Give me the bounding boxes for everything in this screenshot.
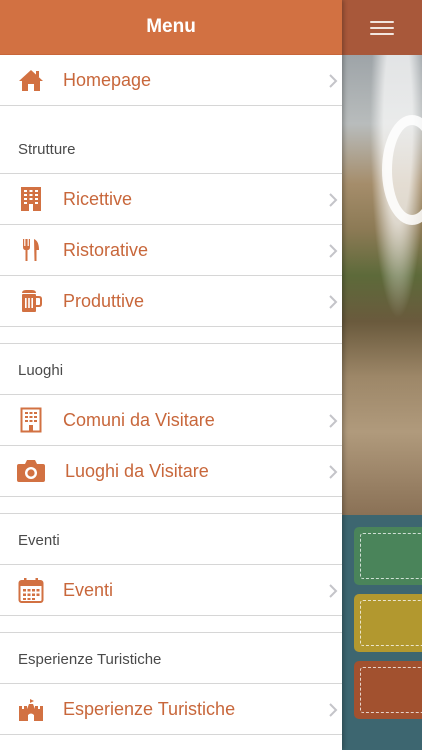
menu-item-label: Ristorative	[63, 239, 149, 260]
section-header-eventi: Eventi	[0, 514, 342, 565]
section-header-strutture: Strutture	[0, 106, 342, 174]
menu-header: Menu	[0, 0, 342, 55]
section-spacer	[0, 497, 342, 514]
cutlery-icon	[18, 237, 44, 263]
castle-icon	[18, 696, 44, 722]
chevron-right-icon	[324, 174, 342, 225]
menu-title: Menu	[146, 16, 196, 37]
category-tile-yellow[interactable]	[354, 594, 422, 652]
camera-icon	[16, 458, 46, 484]
main-navbar	[342, 0, 422, 55]
menu-item-esperienze-turistiche[interactable]: Esperienze Turistiche	[0, 684, 342, 735]
section-title: Luoghi	[18, 362, 64, 379]
chevron-right-icon	[324, 225, 342, 276]
logo-swirl-graphic	[382, 115, 422, 225]
section-header-luoghi: Luoghi	[0, 344, 342, 395]
section-spacer	[0, 327, 342, 344]
calendar-icon	[18, 577, 44, 603]
category-tile-rust[interactable]	[354, 661, 422, 719]
office-building-icon	[18, 407, 44, 433]
menu-item-homepage[interactable]: Homepage	[0, 55, 342, 106]
category-tiles	[342, 515, 422, 750]
menu-item-ricettive[interactable]: Ricettive	[0, 174, 342, 225]
section-title: Esperienze Turistiche	[18, 651, 162, 668]
section-header-esperienze: Esperienze Turistiche	[0, 633, 342, 684]
chevron-right-icon	[324, 446, 342, 497]
category-tile-green[interactable]	[354, 527, 422, 585]
building-icon	[18, 186, 44, 212]
chevron-right-icon	[324, 276, 342, 327]
menu-item-label: Produttive	[63, 290, 145, 311]
section-spacer	[0, 616, 342, 633]
menu-item-luoghi-da-visitare[interactable]: Luoghi da Visitare	[0, 446, 342, 497]
menu-item-label: Homepage	[63, 69, 152, 90]
menu-item-produttive[interactable]: Produttive	[0, 276, 342, 327]
hamburger-icon[interactable]	[370, 20, 394, 35]
chevron-right-icon	[324, 565, 342, 616]
chevron-right-icon	[324, 684, 342, 735]
chevron-right-icon	[324, 55, 342, 106]
menu-item-eventi[interactable]: Eventi	[0, 565, 342, 616]
menu-item-label: Luoghi da Visitare	[65, 460, 209, 481]
landscape-photo	[342, 55, 422, 515]
section-title: Strutture	[18, 141, 76, 158]
home-icon	[18, 67, 44, 93]
menu-item-label: Comuni da Visitare	[63, 409, 215, 430]
side-menu-drawer: Menu Homepage Strutture Ricettive Ristor…	[0, 0, 342, 750]
main-screen-preview[interactable]	[342, 0, 422, 750]
menu-item-label: Eventi	[63, 579, 114, 600]
menu-item-ristorative[interactable]: Ristorative	[0, 225, 342, 276]
menu-item-label: Ricettive	[63, 188, 133, 209]
menu-item-label: Esperienze Turistiche	[63, 698, 236, 719]
section-title: Eventi	[18, 532, 60, 549]
beer-mug-icon	[18, 288, 44, 314]
menu-item-comuni-da-visitare[interactable]: Comuni da Visitare	[0, 395, 342, 446]
chevron-right-icon	[324, 395, 342, 446]
